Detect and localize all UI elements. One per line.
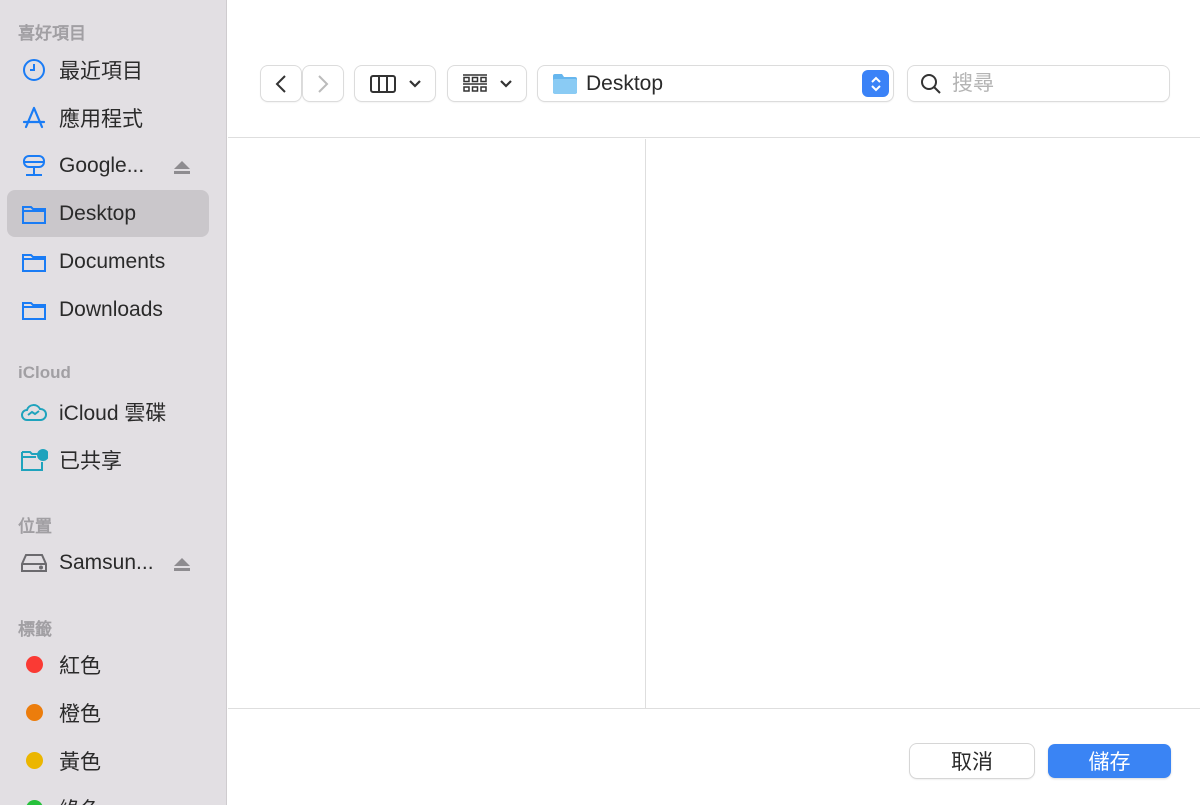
sidebar-tag-yellow[interactable]: 黃色	[7, 737, 209, 784]
drive-icon	[20, 549, 48, 577]
sidebar-item-shared[interactable]: 已共享	[7, 436, 209, 483]
folder-icon	[20, 296, 48, 324]
sidebar-item-google[interactable]: Google...	[7, 142, 209, 189]
tag-dot-icon	[25, 800, 43, 805]
tag-dot-icon	[25, 752, 43, 769]
sidebar-item-icloud-drive[interactable]: iCloud 雲碟	[7, 388, 209, 435]
sidebar-item-recents[interactable]: 最近項目	[7, 46, 209, 93]
sidebar: 喜好項目 最近項目 應用程式 Google... Desktop Documen…	[0, 0, 227, 805]
shared-folder-icon	[20, 446, 48, 474]
icloud-icon	[20, 398, 48, 426]
sidebar-tag-green[interactable]: 綠色	[7, 785, 209, 805]
sidebar-item-label: 紅色	[59, 654, 101, 678]
sidebar-item-label: 橙色	[59, 702, 101, 726]
sidebar-item-label: 黃色	[59, 750, 101, 774]
folder-icon	[20, 248, 48, 276]
eject-icon[interactable]	[173, 157, 191, 181]
search-input[interactable]	[952, 71, 1152, 96]
sidebar-item-label: 綠色	[59, 794, 101, 805]
sidebar-item-downloads[interactable]: Downloads	[7, 286, 209, 333]
chevron-right-icon	[318, 74, 329, 93]
sidebar-item-label: Documents	[59, 249, 166, 273]
sidebar-item-label: Downloads	[59, 297, 163, 321]
folder-icon	[20, 200, 48, 228]
search-icon	[921, 73, 941, 94]
clock-icon	[20, 56, 48, 84]
tag-dot-icon	[25, 704, 43, 721]
browser-column-2[interactable]	[647, 139, 1200, 708]
sidebar-item-label: 最近項目	[59, 59, 143, 83]
section-header-favorites: 喜好項目	[18, 24, 86, 43]
section-header-tags: 標籤	[18, 620, 52, 639]
sidebar-item-label: Samsun...	[59, 550, 154, 574]
tag-dot-icon	[25, 656, 43, 673]
network-drive-icon	[20, 152, 48, 180]
sidebar-item-samsung[interactable]: Samsun...	[7, 539, 209, 586]
cancel-button[interactable]: 取消	[910, 744, 1034, 778]
sidebar-item-label: Google...	[59, 153, 145, 177]
sidebar-item-desktop[interactable]: Desktop	[7, 190, 209, 237]
toolbar: Desktop	[228, 0, 1200, 138]
search-field[interactable]	[908, 66, 1169, 101]
location-label: Desktop	[586, 71, 664, 95]
browser-column-1[interactable]	[228, 139, 646, 708]
group-button[interactable]	[448, 66, 526, 101]
sidebar-tag-orange[interactable]: 橙色	[7, 689, 209, 736]
grid-group-icon	[463, 73, 487, 92]
chevron-left-icon	[275, 74, 286, 93]
save-button[interactable]: 儲存	[1048, 744, 1171, 778]
eject-icon[interactable]	[173, 554, 191, 578]
view-mode-button[interactable]	[355, 66, 435, 101]
sidebar-item-label: 已共享	[59, 449, 122, 473]
location-popup[interactable]: Desktop	[538, 66, 893, 101]
sidebar-item-documents[interactable]: Documents	[7, 238, 209, 285]
forward-button[interactable]	[303, 66, 343, 101]
chevron-down-icon	[500, 79, 512, 88]
sidebar-tag-red[interactable]: 紅色	[7, 641, 209, 688]
chevron-down-icon	[409, 79, 421, 88]
sidebar-item-label: Desktop	[59, 201, 137, 225]
sidebar-item-applications[interactable]: 應用程式	[7, 94, 209, 141]
back-button[interactable]	[261, 66, 301, 101]
section-header-locations: 位置	[18, 517, 52, 536]
dialog-footer: 取消 儲存	[228, 708, 1200, 805]
folder-icon	[553, 73, 577, 94]
columns-view-icon	[370, 74, 396, 93]
updown-stepper-icon	[862, 70, 889, 97]
apps-icon	[20, 104, 48, 132]
sidebar-item-label: iCloud 雲碟	[59, 401, 167, 425]
section-header-icloud: iCloud	[18, 363, 71, 382]
sidebar-item-label: 應用程式	[59, 107, 143, 131]
